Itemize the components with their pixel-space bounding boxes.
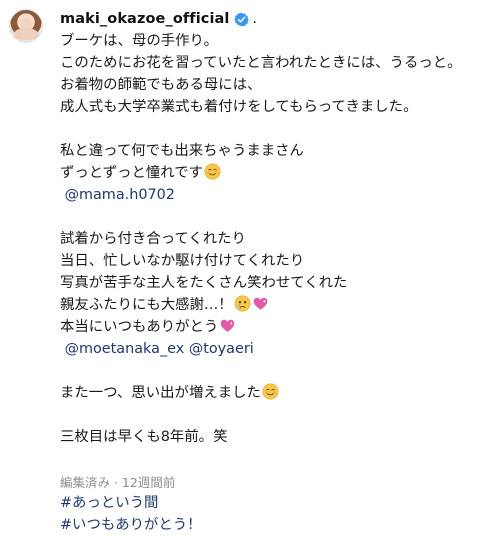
sparkling-heart-emoji [219,317,236,334]
verified-badge-icon [233,12,249,27]
mention-link[interactable]: @mama.h0702 [65,187,175,203]
caption-line-2: このためにお花を習っていたと言われたときには、うるっと。 [60,55,462,71]
caption-line-4: 成人式も大学卒業式も着付けをしてもらってきました。 [60,99,418,115]
caption-line-8: @mama.h0702 [60,184,485,206]
header-separator: . [252,11,257,27]
caption-line-14: 本当にいつもありがとう [60,316,485,338]
caption-line-23: #いつもありがとう！ [60,514,485,536]
caption-line-7: ずっとずっと憧れです [60,162,485,184]
avatar[interactable] [9,9,43,43]
caption-line-7-text: ずっとずっと憧れです [60,165,204,181]
caption-body: maki_okazoe_official . ブーケは、母の手作り。 このために… [60,8,485,536]
caption-line-15: @moetanaka_ex @toyaeri [60,338,485,360]
caption-line-13: 親友ふたりにも大感謝…！ [60,294,485,316]
caption-line-10: 試着から付き合ってくれたり [60,231,246,247]
hashtag-link[interactable]: #いつもありがとう！ [60,517,202,533]
avatar-hands [14,28,38,40]
hashtag-link[interactable]: #あっという間 [60,495,158,511]
instagram-caption: maki_okazoe_official . ブーケは、母の手作り。 このために… [0,0,492,533]
mention-links[interactable]: @moetanaka_ex @toyaeri [65,341,254,357]
caption-line-19: 三枚目は早くも8年前。笑 [60,429,228,445]
caption-line-17: また一つ、思い出が増えました [60,382,485,404]
username-link[interactable]: maki_okazoe_official [60,10,230,28]
caption-line-3: お着物の師範でもある母には、 [60,77,262,93]
caption-line-12: 写真が苦手な主人をたくさん笑わせてくれた [60,275,348,291]
post-header: maki_okazoe_official . [60,8,485,30]
sparkling-heart-emoji [252,295,269,312]
caption-line-11: 当日、忙しいなか駆け付けてくれたり [60,253,305,269]
caption-line-1: ブーケは、母の手作り。 [60,33,219,49]
caption-line-22: #あっという間 [60,492,485,514]
caption-line-13-text: 親友ふたりにも大感謝…！ [60,297,233,313]
smiling-face-emoji [262,383,279,400]
smiling-face-emoji [204,163,221,180]
caption-line-17-text: また一つ、思い出が増えました [60,385,261,401]
post-meta: 編集済み · 12週間前 [60,475,176,490]
crying-face-emoji [234,295,251,312]
caption-line-6: 私と違って何でも出来ちゃうままさん [60,143,304,159]
caption-line-14-text: 本当にいつもありがとう [60,319,219,335]
